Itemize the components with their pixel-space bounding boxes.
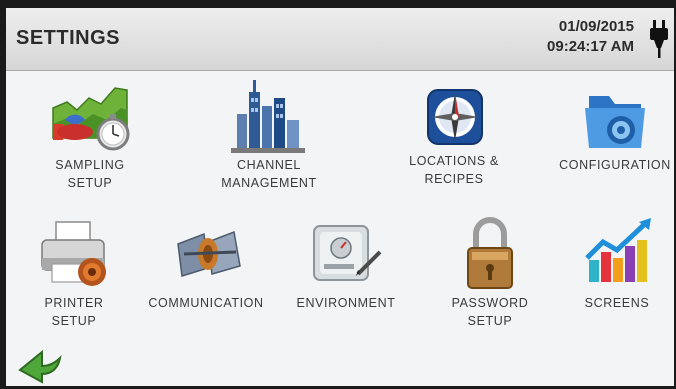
back-arrow-icon[interactable]	[12, 344, 64, 384]
control-panel-icon	[313, 225, 382, 281]
communication-button[interactable]: COMMUNICATION	[138, 214, 274, 312]
folder-gear-icon	[585, 96, 645, 148]
environment-label: ENVIRONMENT	[296, 296, 396, 310]
password-setup-label: PASSWORD SETUP	[451, 296, 529, 328]
configuration-label: CONFIGURATION	[559, 158, 671, 172]
printer-setup-button[interactable]: PRINTER SETUP	[20, 214, 128, 330]
environment-button[interactable]: ENVIRONMENT	[286, 214, 406, 312]
sampling-setup-button[interactable]: SAMPLING SETUP	[30, 80, 150, 192]
locations-recipes-label: LOCATIONS & RECIPES	[409, 154, 499, 186]
time-display: 09:24:17 AM	[547, 38, 634, 55]
satellite-dish-icon	[177, 230, 241, 277]
printer-gear-icon	[41, 221, 106, 286]
colorful-bars-arrow-icon	[585, 218, 651, 282]
city-bar-chart-icon	[231, 80, 305, 153]
password-setup-button[interactable]: PASSWORD SETUP	[430, 214, 550, 330]
screens-label: SCREENS	[584, 296, 650, 310]
configuration-button[interactable]: CONFIGURATION	[556, 84, 674, 174]
sampling-chart-stopwatch-icon	[52, 87, 130, 151]
printer-setup-label: PRINTER SETUP	[44, 296, 104, 328]
compass-icon	[427, 89, 483, 145]
communication-label: COMMUNICATION	[148, 296, 264, 310]
page-title: SETTINGS	[16, 27, 121, 49]
sampling-setup-label: SAMPLING SETUP	[55, 158, 125, 190]
channel-management-button[interactable]: CHANNEL MANAGEMENT	[204, 78, 334, 192]
locations-recipes-button[interactable]: LOCATIONS & RECIPES	[394, 84, 514, 188]
header-bar: SETTINGS 01/09/2015 09:24:17 AM	[6, 8, 674, 71]
datetime-display: 01/09/2015 09:24:17 AM	[547, 17, 634, 57]
plug-icon	[650, 20, 668, 58]
screens-button[interactable]: SCREENS	[568, 214, 666, 312]
settings-screen: SETTINGS 01/09/2015 09:24:17 AM SAMPLING…	[6, 8, 674, 386]
channel-management-label: CHANNEL MANAGEMENT	[221, 158, 317, 190]
padlock-icon	[467, 217, 513, 289]
date-display: 01/09/2015	[558, 18, 634, 35]
